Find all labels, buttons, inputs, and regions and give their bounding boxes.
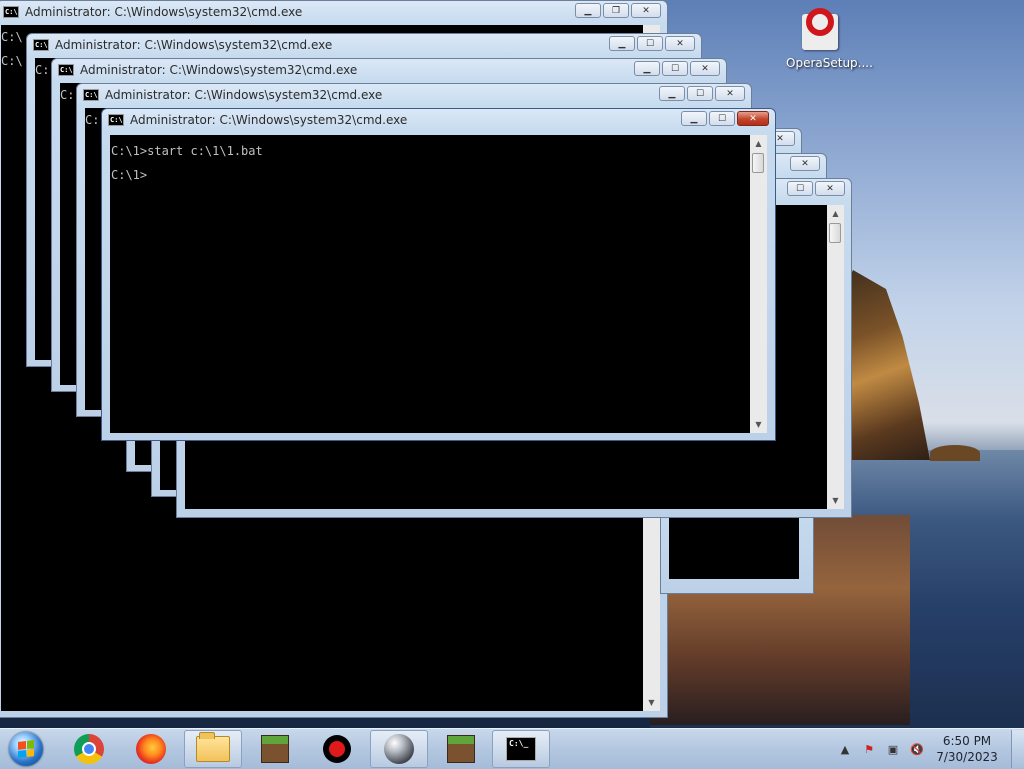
console-line-prompt: C:\1> [111,168,148,182]
clock[interactable]: 6:50 PM 7/30/2023 [929,733,1005,765]
firefox-icon [136,734,166,764]
window-title: Administrator: C:\Windows\system32\cmd.e… [105,88,383,102]
maximize-button[interactable]: ☐ [687,86,713,101]
chrome-icon [74,734,104,764]
console-area[interactable]: C:\1>start c:\1\1.bat C:\1> [110,135,750,433]
desktop-wallpaper-shore [930,445,980,461]
folder-icon [196,732,230,762]
minimize-button[interactable]: ▁ [659,86,685,101]
scroll-thumb[interactable] [752,153,764,173]
start-button[interactable] [4,730,48,768]
window-controls: ▁ ☐ ✕ [681,111,769,126]
cmd-icon: C:\_ [506,737,536,761]
network-icon[interactable]: ▣ [885,741,901,757]
cmd-app-icon: C:\ [33,39,49,51]
taskbar-minecraft-2[interactable] [432,730,490,768]
window-title: Administrator: C:\Windows\system32\cmd.e… [130,113,408,127]
cmd-app-icon: C:\ [3,6,19,18]
window-controls: ▁ ❐ ✕ [575,3,661,18]
window-controls: ✕ [790,156,820,171]
window-controls: ▁ ☐ ✕ [659,86,745,101]
title-bar[interactable]: C:\ Administrator: C:\Windows\system32\c… [77,84,751,106]
window-title: Administrator: C:\Windows\system32\cmd.e… [55,38,333,52]
opera-icon [800,8,840,52]
title-bar[interactable]: C:\ Administrator: C:\Windows\system32\c… [52,59,726,81]
taskbar-chrome[interactable] [60,730,118,768]
record-icon [323,735,351,763]
window-controls: ☐ ✕ [787,181,845,196]
window-controls: ▁ ☐ ✕ [634,61,720,76]
taskbar-minecraft-1[interactable] [246,730,304,768]
grass-block-icon [447,735,475,763]
grass-block-icon [261,735,289,763]
close-button[interactable]: ✕ [737,111,769,126]
taskbar-cmd[interactable]: C:\_ [492,730,550,768]
maximize-button[interactable]: ☐ [787,181,813,196]
taskbar-firefox[interactable] [122,730,180,768]
scroll-thumb[interactable] [829,223,841,243]
volume-muted-icon[interactable]: 🔇 [909,741,925,757]
action-center-flag-icon[interactable]: ⚑ [861,741,877,757]
maximize-button[interactable]: ☐ [637,36,663,51]
desktop-icon-label: OperaSetup.... [786,56,873,70]
windows-orb-icon [9,732,43,766]
show-desktop-button[interactable] [1011,730,1024,768]
close-button[interactable]: ✕ [665,36,695,51]
window-controls: ▁ ☐ ✕ [609,36,695,51]
scroll-down-arrow-icon[interactable]: ▼ [750,416,767,433]
taskbar-recorder[interactable] [308,730,366,768]
taskbar-explorer[interactable] [184,730,242,768]
title-bar[interactable]: C:\ Administrator: C:\Windows\system32\c… [0,1,667,23]
close-button[interactable]: ✕ [815,181,845,196]
cmd-window-front[interactable]: C:\ Administrator: C:\Windows\system32\c… [101,108,776,441]
taskbar-sphere-app[interactable] [370,730,428,768]
clock-time: 6:50 PM [942,734,992,748]
cmd-app-icon: C:\ [83,89,99,101]
console-line-command: C:\1>start c:\1\1.bat [111,144,263,158]
minimize-button[interactable]: ▁ [634,61,660,76]
system-tray: ▲ ⚑ ▣ 🔇 6:50 PM 7/30/2023 [833,730,1024,768]
vertical-scrollbar[interactable]: ▲ ▼ [750,135,767,433]
cmd-app-icon: C:\ [108,114,124,126]
title-bar[interactable]: C:\ Administrator: C:\Windows\system32\c… [27,34,701,56]
window-title: Administrator: C:\Windows\system32\cmd.e… [25,5,303,19]
taskbar: C:\_ ▲ ⚑ ▣ 🔇 6:50 PM 7/30/2023 [0,728,1024,769]
desktop-icon-opera-setup[interactable]: OperaSetup.... [786,8,873,70]
scroll-down-arrow-icon[interactable]: ▼ [643,694,660,711]
scroll-down-arrow-icon[interactable]: ▼ [827,492,844,509]
minimize-button[interactable]: ▁ [609,36,635,51]
maximize-button[interactable]: ☐ [709,111,735,126]
close-button[interactable]: ✕ [690,61,720,76]
minimize-button[interactable]: ▁ [575,3,601,18]
show-hidden-icons-chevron-icon[interactable]: ▲ [837,741,853,757]
minimize-button[interactable]: ▁ [681,111,707,126]
vertical-scrollbar[interactable]: ▲ ▼ [827,205,844,509]
window-title: Administrator: C:\Windows\system32\cmd.e… [80,63,358,77]
sphere-icon [384,734,414,764]
maximize-button[interactable]: ☐ [662,61,688,76]
cmd-app-icon: C:\ [58,64,74,76]
close-button[interactable]: ✕ [715,86,745,101]
close-button[interactable]: ✕ [631,3,661,18]
scroll-up-arrow-icon[interactable]: ▲ [827,205,844,222]
restore-button[interactable]: ❐ [603,3,629,18]
close-button[interactable]: ✕ [790,156,820,171]
scroll-up-arrow-icon[interactable]: ▲ [750,135,767,152]
title-bar[interactable]: C:\ Administrator: C:\Windows\system32\c… [102,109,775,131]
clock-date: 7/30/2023 [936,750,998,764]
